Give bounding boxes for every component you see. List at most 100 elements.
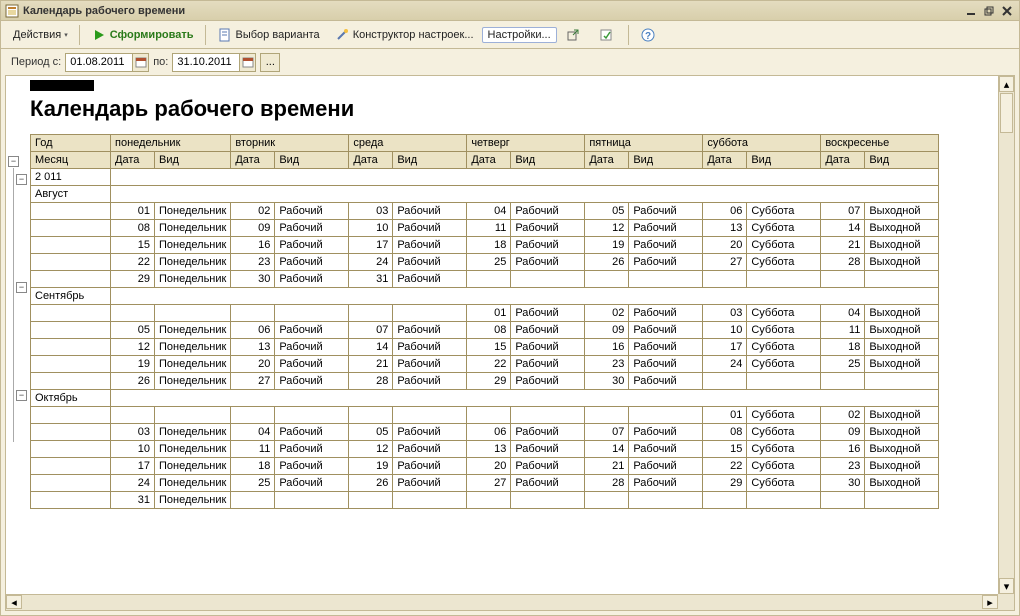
table-row: Август — [31, 186, 939, 203]
date-cell: 07 — [349, 322, 393, 339]
date-cell: 12 — [585, 220, 629, 237]
empty-cell — [31, 339, 111, 356]
collapse-year-button[interactable]: − — [8, 156, 19, 167]
month-cell: Август — [31, 186, 111, 203]
date-cell: 31 — [349, 271, 393, 288]
type-cell: Суббота — [747, 203, 821, 220]
type-cell: Рабочий — [393, 458, 467, 475]
type-cell — [865, 373, 939, 390]
chevron-down-icon: ▾ — [64, 31, 68, 39]
type-cell: Суббота — [747, 407, 821, 424]
date-cell: 03 — [349, 203, 393, 220]
type-cell — [865, 271, 939, 288]
report-area[interactable]: − − − − Календарь рабочего времени Год п… — [6, 76, 998, 594]
date-cell: 09 — [231, 220, 275, 237]
month-cell: Октябрь — [31, 390, 111, 407]
date-cell: 11 — [467, 220, 511, 237]
date-cell: 18 — [231, 458, 275, 475]
date-cell: 05 — [111, 322, 155, 339]
scroll-down-icon[interactable]: ▾ — [999, 578, 1014, 594]
period-from-label: Период с: — [11, 56, 61, 68]
col-type: Вид — [629, 152, 703, 169]
type-cell: Рабочий — [629, 339, 703, 356]
close-button[interactable] — [999, 4, 1015, 18]
tree-line — [13, 168, 14, 442]
calendar-icon[interactable] — [239, 54, 255, 71]
constructor-label: Конструктор настроек... — [353, 29, 474, 41]
type-cell: Понедельник — [155, 441, 231, 458]
collapse-month-aug-button[interactable]: − — [16, 174, 27, 185]
date-cell: 30 — [821, 475, 865, 492]
tool-button-2[interactable] — [592, 25, 623, 45]
actions-menu[interactable]: Действия▾ — [7, 27, 74, 43]
collapse-month-sep-button[interactable]: − — [16, 282, 27, 293]
collapse-month-oct-button[interactable]: − — [16, 390, 27, 401]
vertical-scrollbar[interactable]: ▴ ▾ — [998, 76, 1014, 594]
type-cell: Суббота — [747, 305, 821, 322]
period-picker-button[interactable]: ... — [260, 53, 280, 72]
type-cell: Суббота — [747, 475, 821, 492]
date-cell: 03 — [111, 424, 155, 441]
date-to-field[interactable] — [172, 53, 256, 72]
date-cell: 12 — [349, 441, 393, 458]
empty-cell — [111, 169, 939, 186]
empty-cell — [31, 271, 111, 288]
date-cell: 30 — [585, 373, 629, 390]
date-cell — [349, 305, 393, 322]
tool-button-1[interactable] — [559, 25, 590, 45]
date-cell — [231, 407, 275, 424]
type-cell: Рабочий — [393, 356, 467, 373]
date-cell — [111, 305, 155, 322]
table-row: 31Понедельник — [31, 492, 939, 509]
type-cell: Понедельник — [155, 475, 231, 492]
date-cell: 22 — [703, 458, 747, 475]
date-cell — [821, 373, 865, 390]
date-cell: 13 — [467, 441, 511, 458]
help-button[interactable]: ? — [634, 25, 665, 45]
scroll-left-icon[interactable]: ◂ — [6, 595, 22, 609]
scroll-corner — [998, 594, 1014, 610]
horizontal-scrollbar[interactable]: ◂ ▸ — [6, 594, 998, 610]
type-cell — [393, 492, 467, 509]
date-cell — [703, 492, 747, 509]
type-cell — [155, 407, 231, 424]
date-cell: 22 — [111, 254, 155, 271]
date-from-input[interactable] — [66, 55, 132, 69]
col-date: Дата — [349, 152, 393, 169]
date-cell: 02 — [585, 305, 629, 322]
table-row: Сентябрь — [31, 288, 939, 305]
minimize-button[interactable] — [963, 4, 979, 18]
date-cell: 02 — [821, 407, 865, 424]
date-cell — [467, 492, 511, 509]
scroll-up-icon[interactable]: ▴ — [999, 76, 1014, 92]
date-cell: 07 — [821, 203, 865, 220]
date-cell: 23 — [821, 458, 865, 475]
date-cell: 27 — [703, 254, 747, 271]
empty-cell — [31, 220, 111, 237]
type-cell — [393, 407, 467, 424]
date-cell: 01 — [111, 203, 155, 220]
scroll-right-icon[interactable]: ▸ — [982, 595, 998, 609]
type-cell: Выходной — [865, 203, 939, 220]
col-wed: среда — [349, 135, 467, 152]
settings-button[interactable]: Настройки... — [482, 27, 557, 43]
form-button[interactable]: Сформировать — [85, 25, 200, 45]
scroll-thumb[interactable] — [1000, 93, 1013, 133]
date-cell: 04 — [467, 203, 511, 220]
constructor-button[interactable]: Конструктор настроек... — [328, 25, 480, 45]
date-to-input[interactable] — [173, 55, 239, 69]
calendar-icon[interactable] — [132, 54, 148, 71]
date-cell: 06 — [467, 424, 511, 441]
restore-button[interactable] — [981, 4, 997, 18]
date-cell: 14 — [821, 220, 865, 237]
date-cell: 20 — [703, 237, 747, 254]
type-cell: Понедельник — [155, 339, 231, 356]
col-type: Вид — [511, 152, 585, 169]
type-cell — [511, 271, 585, 288]
type-cell: Суббота — [747, 237, 821, 254]
type-cell: Выходной — [865, 475, 939, 492]
date-from-field[interactable] — [65, 53, 149, 72]
type-cell — [865, 492, 939, 509]
type-cell: Суббота — [747, 339, 821, 356]
variant-button[interactable]: Выбор варианта — [211, 25, 326, 45]
